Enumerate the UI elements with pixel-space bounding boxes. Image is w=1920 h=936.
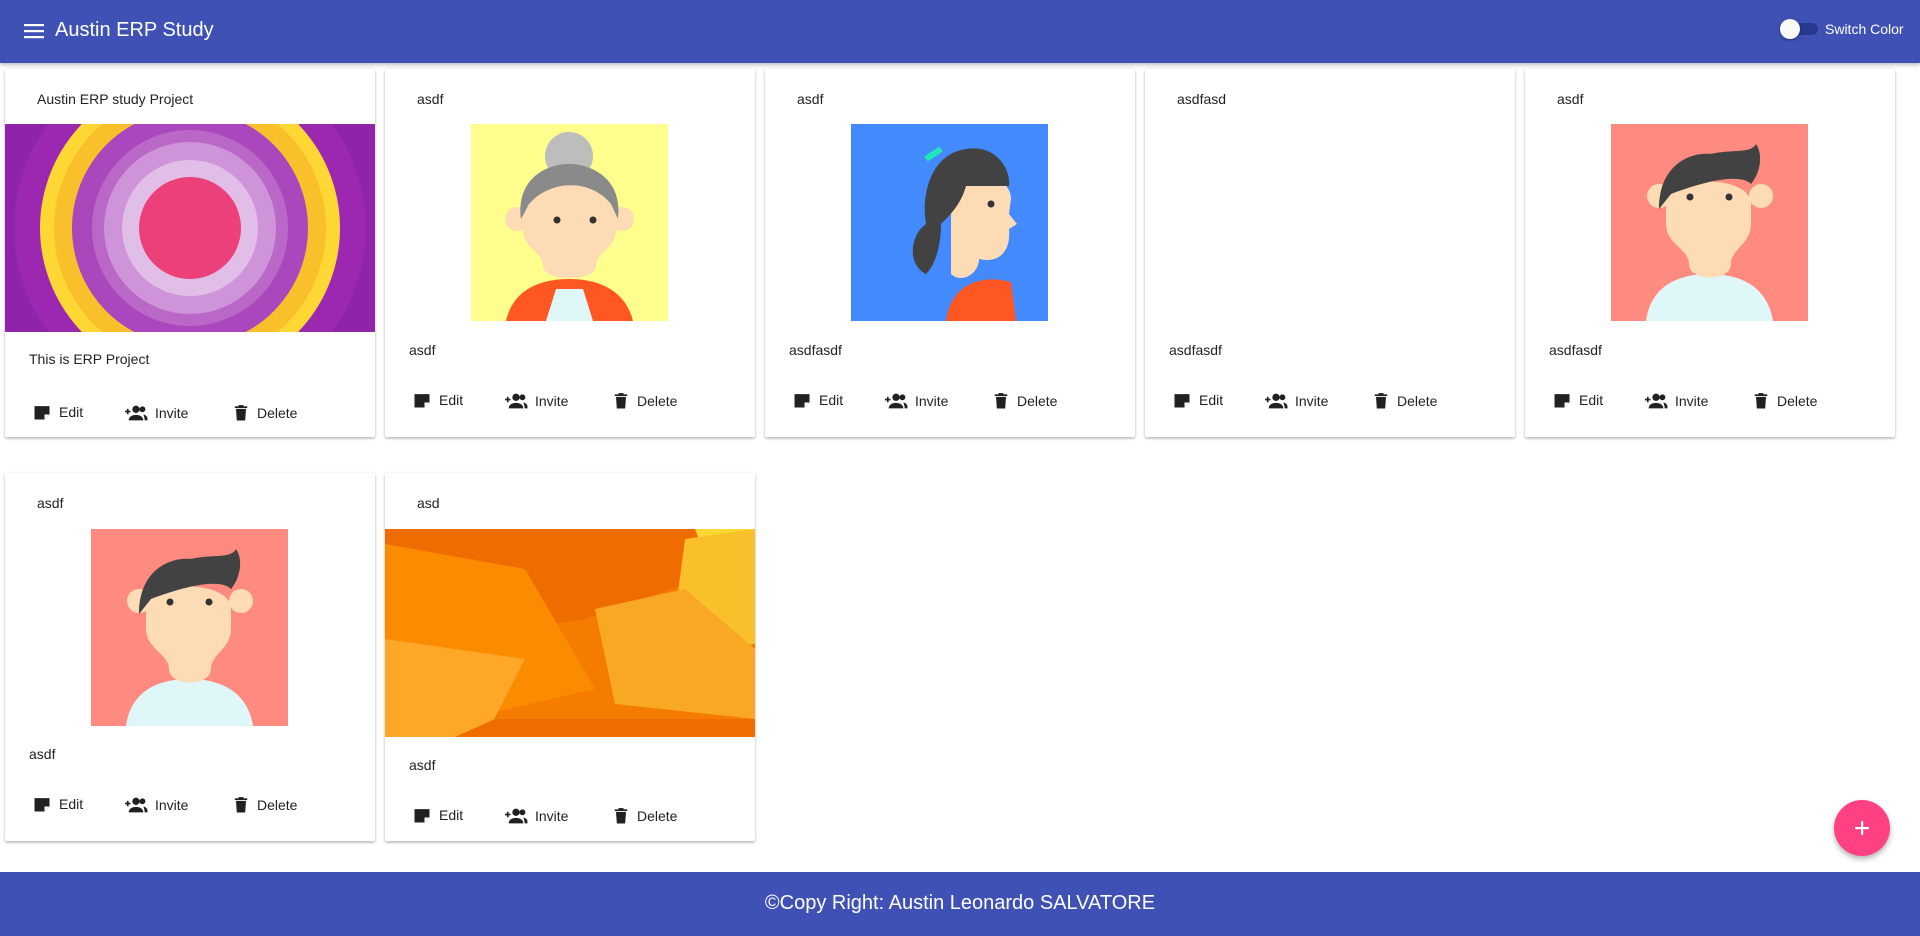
edit-button[interactable]: Edit (1551, 390, 1603, 410)
invite-button[interactable]: Invite (883, 390, 948, 412)
card-title: asdf (37, 495, 64, 511)
delete-button[interactable]: Delete (231, 794, 297, 816)
card-description: asdf (29, 746, 56, 762)
invite-button[interactable]: Invite (123, 402, 188, 424)
project-card: asdfasd asdfasdf Edit Invite Delete (1145, 69, 1515, 437)
project-card: asdf asdfasdf Edit Invite Delete (1525, 69, 1895, 437)
invite-button[interactable]: Invite (503, 390, 568, 412)
edit-icon (31, 402, 53, 422)
edit-icon (411, 805, 433, 825)
card-description: asdfasdf (789, 342, 842, 358)
delete-icon (231, 402, 251, 424)
menu-icon[interactable] (24, 21, 46, 41)
invite-button[interactable]: Invite (1643, 390, 1708, 412)
switch-label: Switch Color (1825, 21, 1904, 37)
edit-icon (1551, 390, 1573, 410)
card-title: asdf (417, 91, 444, 107)
delete-icon (1371, 390, 1391, 412)
card-description: asdf (409, 342, 436, 358)
delete-button[interactable]: Delete (611, 805, 677, 827)
person-add-icon (1643, 390, 1669, 412)
delete-icon (991, 390, 1011, 412)
person-add-icon (123, 794, 149, 816)
project-card: asdf asdf Edit Invite Delete (5, 473, 375, 841)
project-card: asdf asdf Edit Invite Delete (385, 69, 755, 437)
card-title: asdf (1557, 91, 1584, 107)
invite-button[interactable]: Invite (1263, 390, 1328, 412)
person-add-icon (883, 390, 909, 412)
delete-icon (231, 794, 251, 816)
card-image (5, 124, 375, 332)
delete-icon (1751, 390, 1771, 412)
invite-button[interactable]: Invite (123, 794, 188, 816)
edit-button[interactable]: Edit (31, 402, 83, 422)
card-image (91, 529, 288, 726)
delete-button[interactable]: Delete (611, 390, 677, 412)
card-image (851, 124, 1048, 321)
add-project-button[interactable] (1834, 800, 1890, 856)
card-description: asdf (409, 757, 436, 773)
footer: ©Copy Right: Austin Leonardo SALVATORE (0, 872, 1920, 936)
card-title: asdfasd (1177, 91, 1227, 107)
plus-icon (1855, 821, 1869, 835)
footer-copyright: ©Copy Right: Austin Leonardo SALVATORE (764, 892, 1156, 914)
app-title: Austin ERP Study (55, 19, 214, 41)
delete-icon (611, 390, 631, 412)
person-add-icon (503, 805, 529, 827)
edit-icon (411, 390, 433, 410)
delete-button[interactable]: Delete (1751, 390, 1817, 412)
edit-icon (791, 390, 813, 410)
switch-thumb (1780, 19, 1800, 39)
card-image (385, 529, 755, 737)
delete-icon (611, 805, 631, 827)
edit-button[interactable]: Edit (31, 794, 83, 814)
card-title: asdf (797, 91, 824, 107)
card-title: Austin ERP study Project (37, 91, 194, 107)
person-add-icon (123, 402, 149, 424)
card-image (1611, 124, 1808, 321)
app-bar: Austin ERP Study Switch Color (0, 0, 1920, 63)
person-add-icon (1263, 390, 1289, 412)
card-description: asdfasdf (1549, 342, 1602, 358)
delete-button[interactable]: Delete (991, 390, 1057, 412)
card-title: asd (417, 495, 440, 511)
edit-button[interactable]: Edit (791, 390, 843, 410)
color-switch[interactable] (1780, 19, 1818, 39)
edit-button[interactable]: Edit (411, 805, 463, 825)
invite-button[interactable]: Invite (503, 805, 568, 827)
person-add-icon (503, 390, 529, 412)
edit-button[interactable]: Edit (411, 390, 463, 410)
project-card: asd asdf Edit Invite Delete (385, 473, 755, 841)
card-image (471, 124, 668, 321)
card-description: This is ERP Project (29, 351, 150, 367)
edit-button[interactable]: Edit (1171, 390, 1223, 410)
edit-icon (31, 794, 53, 814)
project-card: asdf asdfasdf Edit Invite Delete (765, 69, 1135, 437)
delete-button[interactable]: Delete (231, 402, 297, 424)
project-card: Austin ERP study Project This is ERP Pro… (5, 69, 375, 437)
card-description: asdfasdf (1169, 342, 1222, 358)
edit-icon (1171, 390, 1193, 410)
delete-button[interactable]: Delete (1371, 390, 1437, 412)
